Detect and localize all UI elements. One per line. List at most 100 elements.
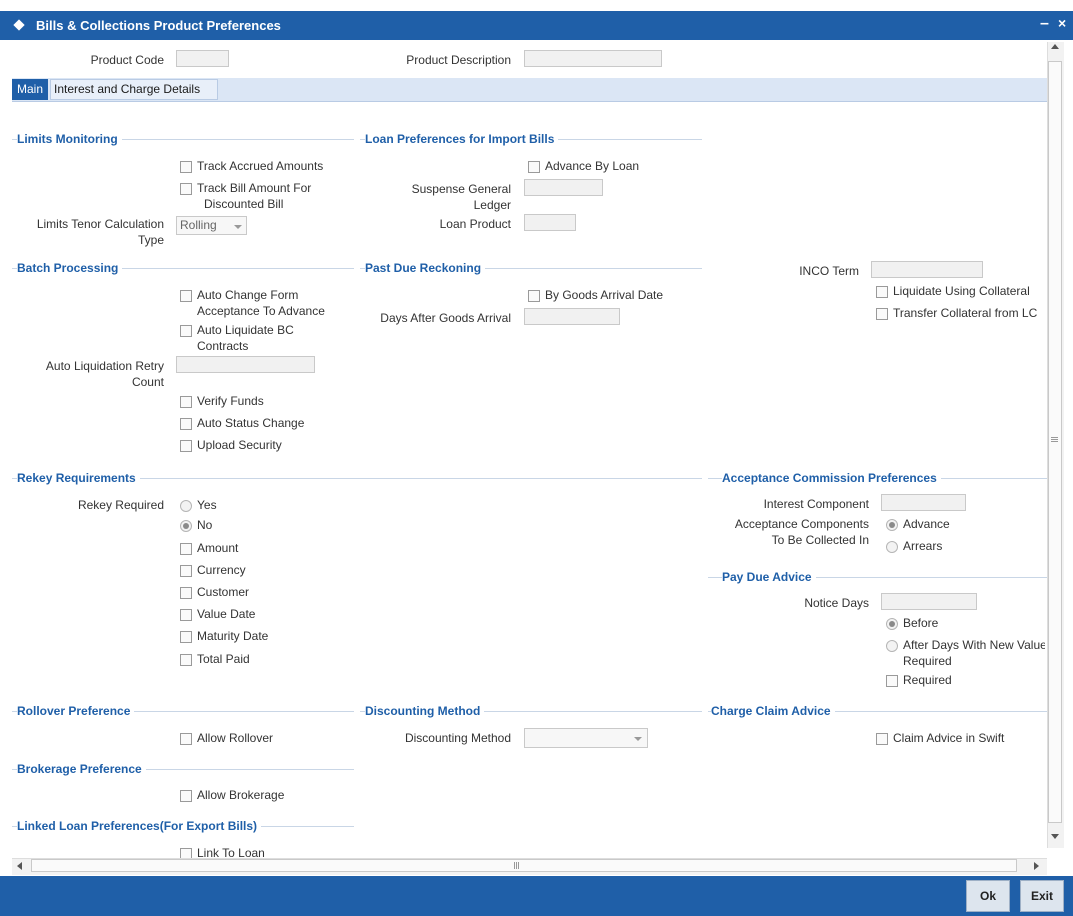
product-code-input[interactable] xyxy=(176,50,229,67)
ok-button[interactable]: Ok xyxy=(966,880,1010,912)
track-bill-amount-checkbox[interactable] xyxy=(180,183,192,195)
track-bill-label-1: Track Bill Amount For xyxy=(197,181,312,195)
scroll-left-arrow-icon[interactable] xyxy=(17,862,22,870)
claim-advice-swift-label: Claim Advice in Swift xyxy=(893,731,1005,745)
required-label: Required xyxy=(903,673,952,687)
after-days-radio[interactable] xyxy=(886,640,898,652)
required-checkbox[interactable] xyxy=(886,675,898,687)
allow-rollover-checkbox[interactable] xyxy=(180,733,192,745)
loan-product-input[interactable] xyxy=(524,214,576,231)
allow-brokerage-label: Allow Brokerage xyxy=(197,788,285,802)
claim-advice-swift-checkbox[interactable] xyxy=(876,733,888,745)
rekey-maturity-date-checkbox[interactable] xyxy=(180,631,192,643)
charge-claim-heading: Charge Claim Advice xyxy=(711,704,835,718)
rekey-amount-checkbox[interactable] xyxy=(180,543,192,555)
rekey-total-paid-label: Total Paid xyxy=(197,652,250,666)
linked-loan-heading: Linked Loan Preferences(For Export Bills… xyxy=(17,819,262,833)
auto-status-checkbox[interactable] xyxy=(180,418,192,430)
limits-monitoring-heading: Limits Monitoring xyxy=(17,132,122,146)
allow-rollover-label: Allow Rollover xyxy=(197,731,274,745)
rekey-value-date-checkbox[interactable] xyxy=(180,609,192,621)
components-label-1: Acceptance Components xyxy=(734,517,869,531)
interest-component-input[interactable] xyxy=(881,494,966,511)
liquidate-collateral-checkbox[interactable] xyxy=(876,286,888,298)
rekey-required-label: Rekey Required xyxy=(77,498,164,512)
auto-liquidate-checkbox[interactable] xyxy=(180,325,192,337)
arrears-radio[interactable] xyxy=(886,541,898,553)
days-after-input[interactable] xyxy=(524,308,620,325)
liquidate-collateral-label: Liquidate Using Collateral xyxy=(893,284,1030,298)
inco-term-label: INCO Term xyxy=(799,264,859,278)
rekey-total-paid-checkbox[interactable] xyxy=(180,654,192,666)
upload-security-label: Upload Security xyxy=(197,438,282,452)
tenor-select-value: Rolling xyxy=(180,218,217,232)
exit-button[interactable]: Exit xyxy=(1020,880,1064,912)
product-description-label: Product Description xyxy=(406,53,511,67)
auto-status-label: Auto Status Change xyxy=(197,416,305,430)
tab-main[interactable]: Main xyxy=(12,79,48,100)
after-days-label-2: Required xyxy=(903,654,952,668)
track-bill-label-2: Discounted Bill xyxy=(204,197,284,211)
rekey-amount-label: Amount xyxy=(197,541,239,555)
auto-change-checkbox[interactable] xyxy=(180,290,192,302)
track-accrued-checkbox[interactable] xyxy=(180,161,192,173)
scroll-right-arrow-icon[interactable] xyxy=(1034,862,1039,870)
acceptance-heading: Acceptance Commission Preferences xyxy=(722,471,941,485)
suspense-label-2: Ledger xyxy=(473,198,511,212)
scroll-down-arrow-icon[interactable] xyxy=(1051,834,1059,839)
suspense-gl-input[interactable] xyxy=(524,179,603,196)
advance-radio[interactable] xyxy=(886,519,898,531)
auto-change-label-1: Auto Change Form xyxy=(197,288,299,302)
horizontal-grip-icon xyxy=(514,862,515,869)
discounting-method-label: Discounting Method xyxy=(404,731,511,745)
horizontal-scroll-thumb[interactable] xyxy=(31,859,1017,872)
before-radio[interactable] xyxy=(886,618,898,630)
retry-count-label-2: Count xyxy=(131,375,164,389)
footer-bar xyxy=(0,876,1073,916)
by-goods-arrival-label: By Goods Arrival Date xyxy=(545,288,664,302)
vertical-scroll-thumb[interactable] xyxy=(1048,61,1062,823)
verify-funds-checkbox[interactable] xyxy=(180,396,192,408)
allow-brokerage-checkbox[interactable] xyxy=(180,790,192,802)
minimize-icon[interactable]: – xyxy=(1040,15,1049,33)
scroll-up-arrow-icon[interactable] xyxy=(1051,44,1059,49)
rollover-heading: Rollover Preference xyxy=(17,704,135,718)
tenor-chevron-down-icon[interactable] xyxy=(234,225,242,229)
product-description-input[interactable] xyxy=(524,50,662,67)
retry-count-input[interactable] xyxy=(176,356,315,373)
advance-by-loan-label: Advance By Loan xyxy=(545,159,640,173)
rekey-value-date-label: Value Date xyxy=(197,607,256,621)
transfer-collateral-checkbox[interactable] xyxy=(876,308,888,320)
loan-import-heading: Loan Preferences for Import Bills xyxy=(365,132,559,146)
by-goods-arrival-checkbox[interactable] xyxy=(528,290,540,302)
rekey-no-radio[interactable] xyxy=(180,520,192,532)
inco-term-input[interactable] xyxy=(871,261,983,278)
brokerage-heading: Brokerage Preference xyxy=(17,762,146,776)
discounting-chevron-down-icon[interactable] xyxy=(634,737,642,741)
advance-by-loan-checkbox[interactable] xyxy=(528,161,540,173)
discounting-method-select[interactable] xyxy=(524,728,648,748)
transfer-collateral-label: Transfer Collateral from LC xyxy=(893,306,1038,320)
notice-days-input[interactable] xyxy=(881,593,977,610)
before-label: Before xyxy=(903,616,939,630)
notice-days-label: Notice Days xyxy=(804,596,869,610)
tenor-label-1: Limits Tenor Calculation xyxy=(36,217,164,231)
rekey-no-label: No xyxy=(197,518,213,532)
upload-security-checkbox[interactable] xyxy=(180,440,192,452)
rekey-customer-label: Customer xyxy=(197,585,250,599)
advance-label: Advance xyxy=(903,517,950,531)
rekey-yes-label: Yes xyxy=(197,498,217,512)
rekey-currency-checkbox[interactable] xyxy=(180,565,192,577)
tab-interest-and-charge-details[interactable]: Interest and Charge Details xyxy=(50,79,218,100)
rekey-customer-checkbox[interactable] xyxy=(180,587,192,599)
days-after-label: Days After Goods Arrival xyxy=(380,311,511,325)
auto-liquidate-label-1: Auto Liquidate BC xyxy=(197,323,294,337)
arrears-label: Arrears xyxy=(903,539,943,553)
rekey-yes-radio[interactable] xyxy=(180,500,192,512)
window-titlebar: Bills & Collections Product Preferences … xyxy=(0,11,1073,40)
close-icon[interactable]: × xyxy=(1058,15,1066,31)
rekey-heading: Rekey Requirements xyxy=(17,471,140,485)
past-due-heading: Past Due Reckoning xyxy=(365,261,486,275)
product-code-label: Product Code xyxy=(90,53,164,67)
loan-product-label: Loan Product xyxy=(439,217,511,231)
